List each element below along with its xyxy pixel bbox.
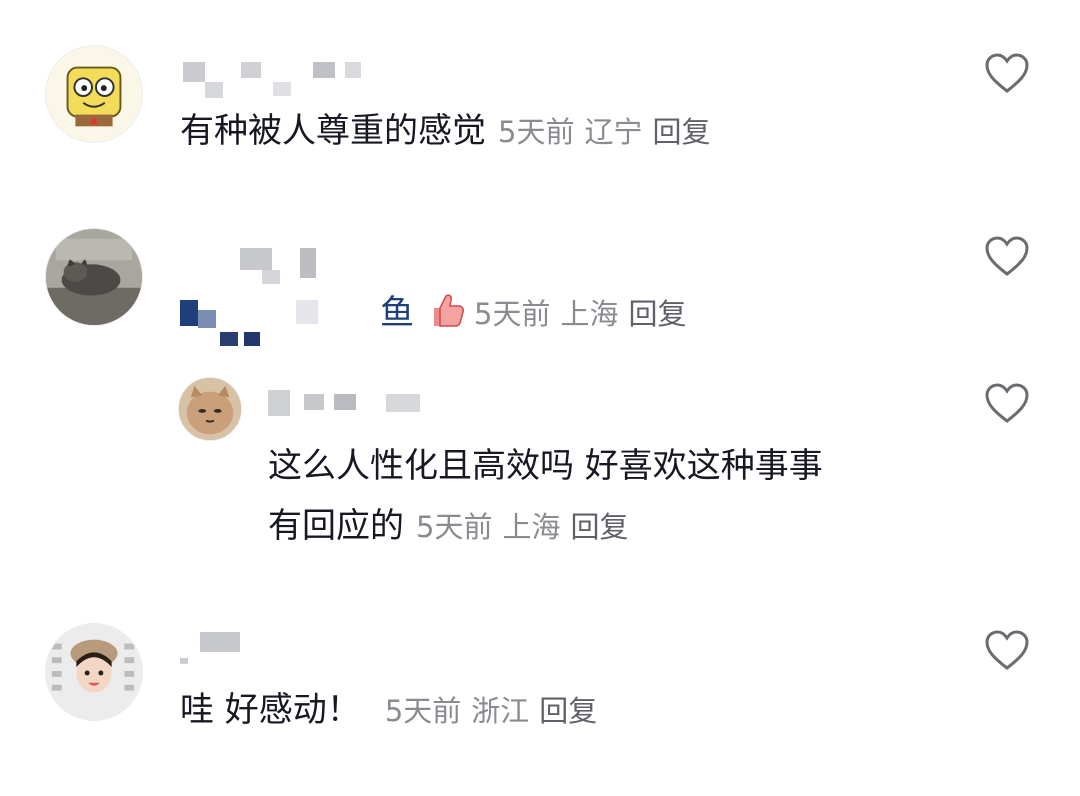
pixelated-block bbox=[313, 62, 335, 78]
pixelated-block bbox=[268, 390, 290, 416]
comment-text: 这么人性化且高效吗 好喜欢这种事事 bbox=[268, 446, 823, 486]
avatar[interactable] bbox=[45, 623, 143, 721]
pixelated-block bbox=[180, 658, 188, 664]
heart-icon bbox=[985, 53, 1029, 93]
comment-meta: 5天前 辽宁 回复 bbox=[498, 115, 720, 149]
avatar[interactable] bbox=[178, 377, 242, 441]
pixelated-block bbox=[240, 248, 272, 270]
comment-location: 上海 bbox=[502, 510, 561, 544]
comment-time: 5天前 bbox=[498, 115, 575, 149]
thumbs-up-emoji-icon bbox=[426, 290, 466, 330]
comment-meta: 5天前 上海 回复 bbox=[474, 297, 696, 331]
comment-text: 鱼 bbox=[380, 293, 414, 333]
comment-location: 上海 bbox=[560, 297, 619, 331]
reply-comment-item: 这么人性化且高效吗 好喜欢这种事事 有回应的 5天前 上海 回复 bbox=[0, 360, 1080, 610]
heart-icon bbox=[985, 236, 1029, 276]
like-button[interactable] bbox=[984, 382, 1030, 424]
comment-time: 5天前 bbox=[474, 297, 551, 331]
pixelated-block bbox=[262, 270, 280, 284]
comment-meta: 5天前 上海 回复 bbox=[416, 510, 638, 544]
comment-text-line: 这么人性化且高效吗 好喜欢这种事事 bbox=[268, 437, 823, 495]
comment-location: 浙江 bbox=[471, 694, 530, 728]
pixelated-block bbox=[205, 82, 223, 98]
sponge-cartoon-avatar bbox=[66, 66, 122, 127]
comment-text-line: 鱼 5天前 上海 回复 bbox=[180, 284, 696, 346]
pixelated-block bbox=[334, 394, 356, 410]
avatar[interactable] bbox=[45, 228, 143, 326]
comment-text-line: 有回应的 5天前 上海 回复 bbox=[268, 497, 638, 556]
pixelated-block bbox=[241, 62, 261, 78]
pixelated-block bbox=[200, 632, 240, 652]
comment-location: 辽宁 bbox=[584, 115, 643, 149]
cat-photo-avatar bbox=[46, 229, 142, 325]
comment-text: 有回应的 bbox=[268, 506, 404, 546]
pixelated-block bbox=[183, 62, 205, 82]
pixelated-block bbox=[304, 394, 324, 410]
cat-face-avatar bbox=[179, 378, 241, 440]
avatar[interactable] bbox=[45, 45, 143, 143]
comment-text-line: 有种被人尊重的感觉 5天前 辽宁 回复 bbox=[180, 102, 720, 161]
reply-button[interactable]: 回复 bbox=[628, 297, 686, 331]
pixelated-block bbox=[180, 300, 198, 326]
comment-item: 鱼 5天前 上海 回复 bbox=[0, 180, 1080, 360]
mention-blurred[interactable] bbox=[180, 292, 380, 346]
pixelated-block bbox=[244, 332, 260, 346]
pixelated-block bbox=[296, 300, 318, 324]
like-button[interactable] bbox=[984, 52, 1030, 94]
pixelated-block bbox=[198, 310, 216, 328]
comment-time: 5天前 bbox=[416, 510, 493, 544]
username-blurred[interactable] bbox=[180, 628, 260, 664]
heart-icon bbox=[985, 383, 1029, 423]
username-blurred[interactable] bbox=[183, 58, 383, 98]
pixelated-block bbox=[273, 82, 291, 96]
reply-button[interactable]: 回复 bbox=[539, 694, 597, 728]
comment-item: 哇 好感动！ 5天前 浙江 回复 bbox=[0, 610, 1080, 796]
pixelated-block bbox=[345, 62, 361, 78]
pixelated-block bbox=[300, 248, 316, 278]
comment-text: 哇 好感动！ bbox=[180, 690, 361, 730]
comment-text-line: 哇 好感动！ 5天前 浙江 回复 bbox=[180, 681, 607, 740]
like-button[interactable] bbox=[984, 629, 1030, 671]
comment-text: 有种被人尊重的感觉 bbox=[180, 111, 486, 151]
comment-time: 5天前 bbox=[384, 694, 462, 728]
pixelated-block bbox=[220, 332, 238, 346]
username-blurred[interactable] bbox=[240, 244, 340, 284]
heart-icon bbox=[985, 630, 1029, 670]
comment-item: 有种被人尊重的感觉 5天前 辽宁 回复 bbox=[0, 0, 1080, 180]
reply-button[interactable]: 回复 bbox=[652, 115, 710, 149]
like-button[interactable] bbox=[984, 235, 1030, 277]
girl-photo-avatar bbox=[46, 624, 142, 720]
pixelated-block bbox=[386, 394, 420, 412]
comment-meta: 5天前 浙江 回复 bbox=[385, 694, 607, 728]
reply-button[interactable]: 回复 bbox=[570, 510, 628, 544]
username-blurred[interactable] bbox=[268, 386, 468, 422]
